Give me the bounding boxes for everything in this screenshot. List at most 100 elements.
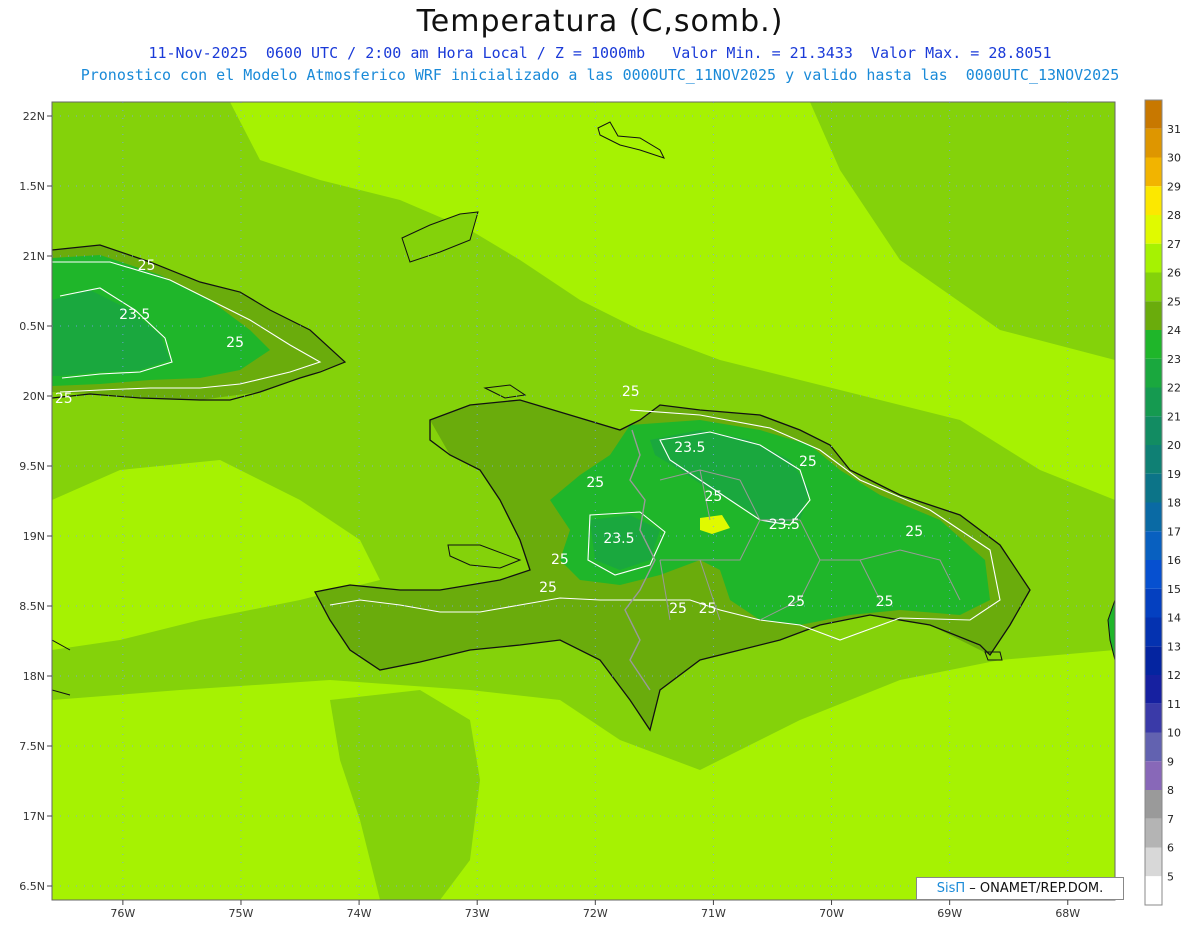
contour-label: 25 bbox=[787, 594, 805, 610]
lat-tick-label: 1.5N bbox=[19, 180, 45, 193]
colorbar-swatch bbox=[1145, 416, 1162, 445]
colorbar-swatch bbox=[1145, 100, 1162, 129]
lon-tick-label: 74W bbox=[347, 907, 372, 920]
lat-tick-label: 18N bbox=[23, 670, 45, 683]
contour-label: 25 bbox=[226, 335, 244, 351]
lon-tick-label: 70W bbox=[819, 907, 844, 920]
contour-label: 25 bbox=[799, 454, 817, 470]
contour-label: 25 bbox=[586, 475, 604, 491]
colorbar-swatch bbox=[1145, 330, 1162, 359]
colorbar-label: 9 bbox=[1167, 755, 1174, 768]
colorbar-label: 31 bbox=[1167, 123, 1181, 136]
lat-tick-label: 8.5N bbox=[19, 600, 45, 613]
temperature-map: 25 23.5 25 25 25 23.5 25 25 25 23.5 25 23.5 25 25 25 25… bbox=[19, 99, 1181, 920]
contour-label: 25 bbox=[905, 524, 923, 540]
contour-label: 23.5 bbox=[119, 307, 150, 323]
lat-tick-label: 21N bbox=[23, 250, 45, 263]
lon-tick-label: 69W bbox=[937, 907, 962, 920]
colorbar-label: 21 bbox=[1167, 410, 1181, 423]
colorbar-swatch bbox=[1145, 876, 1162, 905]
colorbar-label: 14 bbox=[1167, 612, 1181, 625]
colorbar-swatch bbox=[1145, 358, 1162, 388]
colorbar-label: 13 bbox=[1167, 640, 1181, 653]
colorbar-label: 30 bbox=[1167, 152, 1181, 165]
colorbar-swatch bbox=[1145, 301, 1162, 330]
contour-label: 25 bbox=[55, 391, 73, 407]
colorbar-label: 27 bbox=[1167, 238, 1181, 251]
colorbar-swatch bbox=[1145, 445, 1162, 474]
lat-tick-label: 22N bbox=[23, 110, 45, 123]
colorbar-swatch bbox=[1145, 272, 1162, 302]
colorbar-swatch bbox=[1145, 243, 1162, 273]
colorbar-label: 18 bbox=[1167, 497, 1181, 510]
contour-label: 23.5 bbox=[674, 440, 705, 456]
lon-tick-label: 75W bbox=[229, 907, 254, 920]
lat-ticks: 22N 1.5N 21N 0.5N 20N 9.5N 19N 8.5N 18N 7.5N 17N 6.… bbox=[19, 110, 52, 893]
sispi-logo: SisΠ bbox=[936, 881, 966, 896]
lon-tick-label: 73W bbox=[465, 907, 490, 920]
contour-label: 23.5 bbox=[603, 531, 634, 547]
colorbar-swatch bbox=[1145, 128, 1162, 158]
colorbar-label: 29 bbox=[1167, 180, 1181, 193]
colorbar-swatch bbox=[1145, 473, 1162, 503]
lat-tick-label: 17N bbox=[23, 810, 45, 823]
colorbar-label: 25 bbox=[1167, 295, 1181, 308]
colorbar-label: 7 bbox=[1167, 813, 1174, 826]
colorbar-label: 26 bbox=[1167, 267, 1181, 280]
contour-label: 25 bbox=[551, 552, 569, 568]
colorbar-label: 28 bbox=[1167, 209, 1181, 222]
colorbar-swatch bbox=[1145, 560, 1162, 589]
colorbar-label: 10 bbox=[1167, 727, 1181, 740]
colorbar-swatch bbox=[1145, 847, 1162, 877]
colorbar-label: 17 bbox=[1167, 525, 1181, 538]
lon-ticks: 76W 75W 74W 73W 72W 71W 70W 69W 68W bbox=[110, 900, 1080, 920]
colorbar-swatch bbox=[1145, 157, 1162, 187]
colorbar-label: 23 bbox=[1167, 353, 1181, 366]
colorbar-label: 11 bbox=[1167, 698, 1181, 711]
colorbar-swatch bbox=[1145, 646, 1162, 675]
colorbar-swatch bbox=[1145, 588, 1162, 618]
colorbar-swatch bbox=[1145, 761, 1162, 790]
colorbar-swatch bbox=[1145, 387, 1162, 417]
colorbar-label: 8 bbox=[1167, 784, 1174, 797]
contour-label: 25 bbox=[705, 489, 723, 505]
colorbar: 31 30 29 28 27 26 25 24 23 22 21 20 19 18 17 16 15 14 13 12… bbox=[1144, 99, 1181, 906]
lat-tick-label: 20N bbox=[23, 390, 45, 403]
lon-tick-label: 71W bbox=[701, 907, 726, 920]
contour-label: 25 bbox=[876, 594, 894, 610]
contour-label: 25 bbox=[699, 601, 717, 617]
lon-tick-label: 68W bbox=[1055, 907, 1080, 920]
colorbar-swatch bbox=[1145, 215, 1162, 244]
colorbar-swatch bbox=[1145, 675, 1162, 704]
lat-tick-label: 7.5N bbox=[19, 740, 45, 753]
colorbar-label: 20 bbox=[1167, 439, 1181, 452]
lat-tick-label: 0.5N bbox=[19, 320, 45, 333]
colorbar-label: 12 bbox=[1167, 669, 1181, 682]
lat-tick-label: 6.5N bbox=[19, 880, 45, 893]
colorbar-label: 24 bbox=[1167, 324, 1181, 337]
lon-tick-label: 72W bbox=[583, 907, 608, 920]
contour-label: 25 bbox=[669, 601, 687, 617]
credit-text: – ONAMET/REP.DOM. bbox=[969, 881, 1104, 896]
contour-label: 25 bbox=[539, 580, 557, 596]
colorbar-swatch bbox=[1145, 732, 1162, 762]
contour-label: 25 bbox=[622, 384, 640, 400]
colorbar-swatch bbox=[1145, 617, 1162, 647]
map-field: 25 23.5 25 25 25 23.5 25 25 25 23.5 25 23.5 25 25 25 25… bbox=[52, 102, 1115, 900]
lon-tick-label: 76W bbox=[110, 907, 135, 920]
colorbar-label: 15 bbox=[1167, 583, 1181, 596]
colorbar-label: 19 bbox=[1167, 468, 1181, 481]
colorbar-label: 22 bbox=[1167, 382, 1181, 395]
lat-tick-label: 9.5N bbox=[19, 460, 45, 473]
credit-box: SisΠ – ONAMET/REP.DOM. bbox=[916, 877, 1124, 900]
colorbar-swatch bbox=[1145, 790, 1162, 819]
colorbar-swatch bbox=[1145, 502, 1162, 532]
lat-tick-label: 19N bbox=[23, 530, 45, 543]
colorbar-swatch bbox=[1145, 703, 1162, 733]
colorbar-swatch bbox=[1145, 531, 1162, 560]
colorbar-label: 6 bbox=[1167, 842, 1174, 855]
colorbar-swatch bbox=[1145, 186, 1162, 215]
colorbar-label: 5 bbox=[1167, 870, 1174, 883]
colorbar-swatch bbox=[1145, 818, 1162, 848]
colorbar-label: 16 bbox=[1167, 554, 1181, 567]
